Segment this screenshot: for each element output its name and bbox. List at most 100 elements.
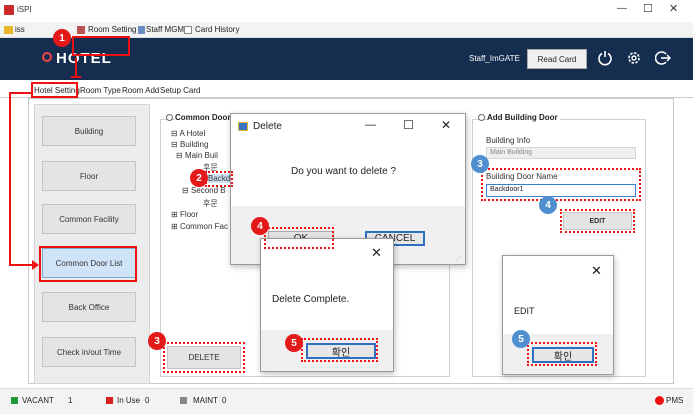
- pms-label: PMS: [666, 396, 684, 405]
- tree-toggle[interactable]: ⊟: [171, 129, 178, 138]
- step-badge-4-edit: 4: [539, 196, 557, 214]
- menu-item-card-history[interactable]: Card History: [195, 25, 239, 34]
- in-use-label: In Use: [117, 396, 141, 405]
- delete-dialog-app-icon: [238, 122, 248, 131]
- delete-dialog-title: Delete: [253, 121, 282, 132]
- tree-node-a-hotel[interactable]: ⊟ A Hotel: [171, 129, 205, 138]
- vacant-count: 1: [68, 396, 73, 405]
- arrow-head-icon: [32, 260, 39, 270]
- delete-dialog-minimize-icon[interactable]: —: [365, 119, 376, 131]
- step-badge-3-delete: 3: [148, 332, 166, 350]
- highlight-room-setting: [72, 36, 130, 56]
- sidebar-item-floor[interactable]: Floor: [42, 161, 136, 191]
- dotted-door-name: [481, 168, 641, 201]
- maint-indicator-icon: [180, 397, 187, 404]
- complete-dialog-message: Delete Complete.: [272, 294, 350, 305]
- dotted-edit-button: [560, 209, 635, 233]
- pms-indicator-icon: [655, 396, 664, 405]
- maint-label: MAINT: [193, 396, 218, 405]
- dotted-ok-button: [264, 227, 334, 249]
- tree-node-floor[interactable]: ⊞ Floor: [171, 210, 198, 219]
- tree-node-label: Building: [179, 140, 209, 149]
- tree-node-building[interactable]: ⊟ Building: [171, 140, 208, 149]
- logout-icon[interactable]: [654, 50, 671, 66]
- dotted-delete-button: [163, 342, 245, 373]
- sidebar-item-common-facility[interactable]: Common Facility: [42, 204, 136, 234]
- read-card-button[interactable]: Read Card: [527, 49, 587, 69]
- arrow-left-bracket: [9, 92, 11, 266]
- sidebar-item-check-in-out-time[interactable]: Check in/out Time: [42, 337, 136, 367]
- step-badge-4-ok: 4: [251, 217, 269, 235]
- tree-node-label: Main Buil: [184, 151, 218, 160]
- tab-strip: Hotel Setting Room Type Room Add Setup C…: [0, 84, 693, 98]
- menu-icon: [4, 26, 13, 34]
- tree-node-second-building[interactable]: ⊟ Second B: [182, 186, 226, 195]
- menu-item-staff-mgmt[interactable]: Staff MGMT: [146, 25, 189, 34]
- highlight-common-door-list: [39, 246, 137, 282]
- tree-node-label: 후문: [203, 199, 218, 208]
- card-history-icon: [184, 26, 192, 34]
- menu-item-iss[interactable]: iss: [15, 25, 25, 34]
- sidebar-item-building[interactable]: Building: [42, 116, 136, 146]
- highlight-hotel-setting-tab: [31, 82, 78, 98]
- tree-node-second-backdoor-kr[interactable]: 후문: [203, 198, 218, 209]
- tree-node-main-building[interactable]: ⊟ Main Buil: [176, 151, 218, 160]
- arrow-line-vertical: [75, 58, 77, 78]
- tree-toggle[interactable]: ⊟: [182, 186, 189, 195]
- hotel-logo-icon: [42, 52, 52, 62]
- vacant-indicator-icon: [11, 397, 18, 404]
- delete-dialog-message: Do you want to delete ?: [291, 166, 397, 177]
- tree-node-label: Floor: [179, 210, 199, 219]
- step-badge-1: 1: [53, 29, 71, 47]
- power-icon[interactable]: [597, 50, 613, 66]
- delete-dialog-titlebar: Delete — ☐ ✕: [231, 114, 465, 138]
- edit-dialog-close-icon[interactable]: ✕: [591, 263, 602, 279]
- in-use-count: 0: [145, 396, 150, 405]
- menu-item-room-setting[interactable]: Room Setting: [88, 25, 136, 34]
- step-badge-5-complete: 5: [285, 334, 303, 352]
- building-info-label: Building Info: [486, 136, 531, 145]
- step-badge-5-edit: 5: [512, 330, 530, 348]
- close-button[interactable]: ✕: [669, 2, 678, 15]
- app-icon: [4, 5, 14, 15]
- delete-dialog-maximize-icon[interactable]: ☐: [403, 118, 414, 132]
- delete-dialog-close-icon[interactable]: ✕: [441, 118, 451, 132]
- room-setting-icon: [77, 26, 85, 34]
- tree-node-label: A Hotel: [179, 129, 206, 138]
- tree-node-label: Common Fac: [179, 222, 228, 231]
- sidebar-item-back-office[interactable]: Back Office: [42, 292, 136, 322]
- complete-dialog-close-icon[interactable]: ✕: [371, 245, 382, 261]
- staff-icon: [138, 26, 145, 34]
- maint-count: 0: [222, 396, 227, 405]
- dotted-complete-ok: [301, 338, 378, 362]
- title-bar: iSPI — ☐ ✕: [0, 0, 693, 22]
- building-info-field: Main Building: [486, 147, 636, 159]
- dotted-backdoor-node: [205, 171, 233, 187]
- tree-toggle[interactable]: ⊟: [176, 151, 183, 160]
- edit-dialog-message: EDIT: [514, 306, 535, 316]
- add-door-title: Add Building Door: [487, 113, 560, 122]
- gear-icon[interactable]: [626, 50, 642, 66]
- add-door-group-icon: [478, 114, 485, 121]
- minimize-button[interactable]: —: [617, 3, 627, 14]
- maximize-button[interactable]: ☐: [643, 2, 653, 15]
- dotted-edit-ok: [527, 342, 597, 366]
- user-name: Staff_ImGATE: [469, 54, 520, 63]
- common-door-group-icon: [166, 114, 173, 121]
- tree-toggle[interactable]: ⊟: [171, 140, 178, 149]
- step-badge-3-door-name: 3: [471, 155, 489, 173]
- tab-room-type[interactable]: Room Type: [80, 86, 121, 95]
- tab-setup-card[interactable]: Setup Card: [160, 86, 200, 95]
- window-title: iSPI: [17, 5, 32, 14]
- tree-node-common-facility[interactable]: ⊞ Common Fac: [171, 222, 228, 231]
- tree-toggle[interactable]: ⊞: [171, 210, 178, 219]
- step-badge-2: 2: [190, 169, 208, 187]
- in-use-indicator-icon: [106, 397, 113, 404]
- tree-node-label: Second B: [190, 186, 226, 195]
- tab-room-add[interactable]: Room Add: [122, 86, 159, 95]
- resize-grip-icon[interactable]: ⋰: [455, 256, 461, 263]
- status-bar: VACANT 1 In Use 0 MAINT 0 PMS: [0, 388, 693, 414]
- tree-toggle[interactable]: ⊞: [171, 222, 178, 231]
- vacant-label: VACANT: [22, 396, 54, 405]
- arrow-top-bracket: [9, 92, 33, 94]
